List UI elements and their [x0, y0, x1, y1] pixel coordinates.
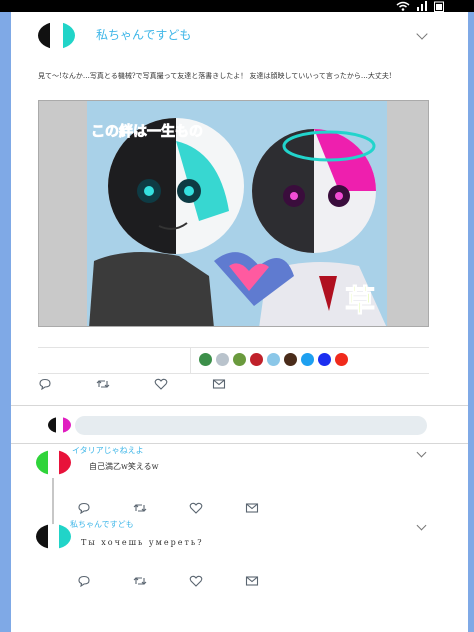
- tweet-thread-screen: 私ちゃんですども 見て～!なんか…写真とる機械?で写真撮って友達と落書きしたよ！…: [11, 12, 468, 632]
- sky-emoji-icon[interactable]: [267, 353, 280, 366]
- post-image[interactable]: この絆は一生もの 草: [38, 100, 429, 327]
- retweet-icon[interactable]: [96, 378, 110, 390]
- divider: [11, 405, 468, 406]
- emoji-reactions: [199, 353, 352, 366]
- post-author-avatar[interactable]: [38, 22, 75, 49]
- avatar-stripe: [36, 450, 48, 475]
- red-face-emoji-icon[interactable]: [250, 353, 263, 366]
- divider: [190, 347, 191, 373]
- globe-emoji-icon[interactable]: [199, 353, 212, 366]
- artwork-sticker: 草: [345, 284, 375, 319]
- reply-icon[interactable]: [77, 502, 91, 514]
- post-author-name[interactable]: 私ちゃんですども: [96, 26, 191, 43]
- divider: [11, 443, 468, 444]
- reply-icon[interactable]: [38, 378, 52, 390]
- avatar-stripe: [62, 22, 75, 49]
- like-icon[interactable]: [189, 575, 203, 587]
- thread-line: [52, 478, 54, 526]
- device-frame: 私ちゃんですども 見て～!なんか…写真とる機械?で写真撮って友達と落書きしたよ！…: [0, 0, 474, 632]
- reply-author-name[interactable]: イタリアじゃねえよ: [72, 445, 144, 456]
- avatar-stripe: [48, 417, 56, 433]
- battery-icon: [434, 1, 444, 12]
- reply-author-avatar[interactable]: [36, 450, 71, 475]
- artwork-drawing: この絆は一生もの 草: [39, 101, 428, 326]
- avatar-stripe: [63, 417, 71, 433]
- avatar-stripe: [47, 450, 60, 475]
- avatar-stripe: [59, 450, 71, 475]
- reply-text: 自己満乙w笑えるw: [89, 462, 159, 471]
- signal-icon: [417, 1, 427, 11]
- post-text: 見て～!なんか…写真とる機械?で写真撮って友達と落書きしたよ！ 友達は顔映してい…: [38, 72, 392, 80]
- cloud-emoji-icon[interactable]: [216, 353, 229, 366]
- reply-author-name[interactable]: 私ちゃんですども: [70, 519, 134, 530]
- artwork-caption: この絆は一生もの: [91, 123, 203, 140]
- deep-blue-circle-emoji-icon[interactable]: [318, 353, 331, 366]
- divider: [38, 347, 429, 348]
- reply-text: Ты хочешь умереть?: [81, 538, 204, 547]
- avatar-stripe: [36, 524, 48, 549]
- avatar-stripe: [55, 417, 64, 433]
- share-icon[interactable]: [212, 378, 226, 390]
- retweet-icon[interactable]: [133, 502, 147, 514]
- like-icon[interactable]: [154, 378, 168, 390]
- reply-icon[interactable]: [77, 575, 91, 587]
- chevron-down-icon[interactable]: [416, 28, 428, 40]
- reply-author-avatar[interactable]: [36, 524, 71, 549]
- avatar-stripe: [47, 524, 60, 549]
- reply-input[interactable]: [75, 416, 427, 435]
- reply-actions: [77, 502, 259, 514]
- wifi-icon: [396, 1, 410, 11]
- share-icon[interactable]: [245, 575, 259, 587]
- reply-composer-avatar: [48, 417, 71, 433]
- reply-actions: [77, 575, 259, 587]
- share-icon[interactable]: [245, 502, 259, 514]
- landscape-emoji-icon[interactable]: [233, 353, 246, 366]
- divider: [38, 373, 429, 374]
- brown-circle-emoji-icon[interactable]: [284, 353, 297, 366]
- like-icon[interactable]: [189, 502, 203, 514]
- chevron-down-icon[interactable]: [416, 447, 427, 458]
- chevron-down-icon[interactable]: [416, 520, 427, 531]
- retweet-icon[interactable]: [133, 575, 147, 587]
- post-actions: [38, 378, 226, 390]
- avatar-stripe: [38, 22, 51, 49]
- blue-circle-emoji-icon[interactable]: [301, 353, 314, 366]
- status-bar: [0, 0, 474, 12]
- avatar-stripe: [50, 22, 63, 49]
- red-circle-emoji-icon[interactable]: [335, 353, 348, 366]
